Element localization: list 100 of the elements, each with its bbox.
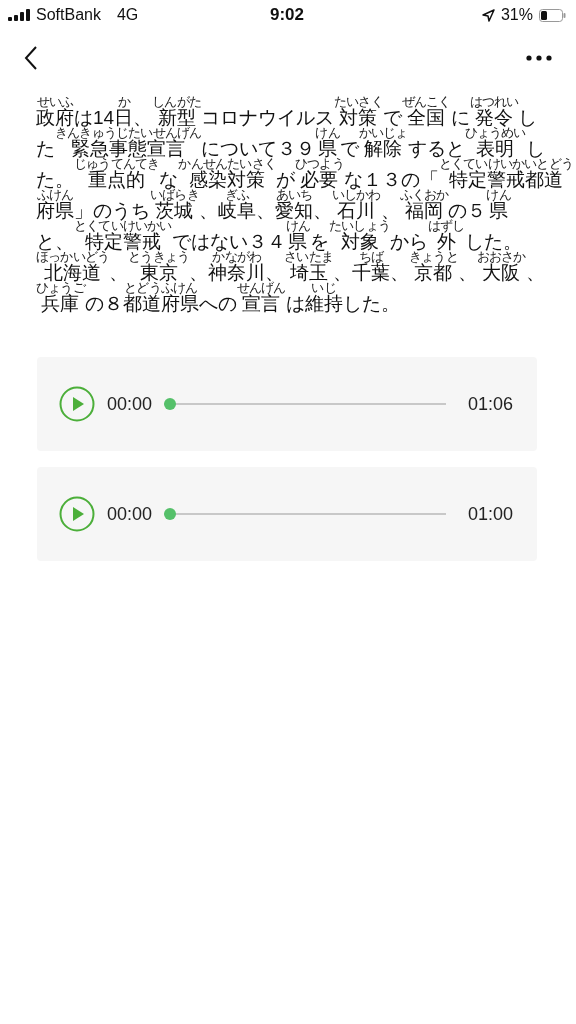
furigana: ほっかいどう xyxy=(36,250,110,263)
kanji-word: 日 xyxy=(114,108,134,127)
kanji-word: 県 xyxy=(318,139,338,158)
furigana: ちば xyxy=(358,250,384,263)
kanji-word: 福岡 xyxy=(405,201,444,220)
furigana: ふくおか xyxy=(399,188,449,201)
kanji-word: 県 xyxy=(489,201,509,220)
furigana: かんせんたいさく xyxy=(178,157,276,170)
furigana: はつれい xyxy=(469,95,519,108)
kanji-word: 重点的 xyxy=(88,170,146,189)
furigana: たいさく xyxy=(333,95,383,108)
furigana: ひょうめい xyxy=(464,126,526,139)
kanji-word: 宣言 xyxy=(242,294,281,313)
furigana: ひつよう xyxy=(295,157,344,170)
kanji-word: 解除 xyxy=(364,139,403,158)
kanji-word: 緊急事態宣言 xyxy=(71,139,186,158)
play-button[interactable] xyxy=(59,496,95,532)
kanji-word: 府県 xyxy=(36,201,74,220)
current-time: 00:00 xyxy=(107,393,153,415)
furigana: じゅうてんてき xyxy=(74,157,160,170)
text-run: 、 xyxy=(525,263,545,282)
kanji-word: 都道府県 xyxy=(122,294,199,313)
furigana: とうきょう xyxy=(128,250,190,263)
furigana: ぜんこく xyxy=(401,95,451,108)
text-run: た xyxy=(36,139,55,158)
text-run: と、 xyxy=(36,232,74,251)
furigana: さいたま xyxy=(284,250,334,263)
text-run: 、 xyxy=(109,263,129,282)
text-run: し xyxy=(525,139,545,158)
more-icon xyxy=(526,55,552,61)
text-run: 、 xyxy=(380,201,400,220)
duration-time: 01:00 xyxy=(467,503,513,525)
furigana: ひょうご xyxy=(36,281,85,294)
kanji-word: 表明 xyxy=(476,139,515,158)
furigana: けん xyxy=(486,188,511,201)
kanji-word: 必要 xyxy=(300,170,339,189)
furigana: あいち xyxy=(275,188,313,201)
signal-icon xyxy=(8,9,30,21)
text-run: に xyxy=(450,108,470,127)
clock-time: 9:02 xyxy=(270,5,304,25)
text-run: た。 xyxy=(36,170,74,189)
furigana: か xyxy=(117,95,130,108)
text-run: すると xyxy=(407,139,465,158)
progress-thumb[interactable] xyxy=(164,398,177,410)
text-run: 、 xyxy=(133,108,153,127)
text-run: から xyxy=(390,232,429,251)
text-run: について３９ xyxy=(201,139,316,158)
text-run: の５ xyxy=(448,201,487,220)
text-run: が xyxy=(276,170,295,189)
kanji-word: 大阪 xyxy=(482,263,521,282)
kanji-word: 外 xyxy=(436,232,456,251)
furigana: けん xyxy=(285,219,310,232)
text-run: で xyxy=(339,139,359,158)
furigana: ふけん xyxy=(36,188,74,201)
text-run: ではない３４ xyxy=(171,232,286,251)
text-run: な１３の「 xyxy=(343,170,439,189)
kanji-word: 兵庫 xyxy=(41,294,80,313)
text-run: 、 xyxy=(312,201,332,220)
play-icon xyxy=(59,386,95,422)
duration-time: 01:06 xyxy=(467,393,513,415)
kanji-word: 京都 xyxy=(414,263,453,282)
furigana: たいしょう xyxy=(329,219,391,232)
kanji-word: 東京 xyxy=(139,263,178,282)
furigana: はずし xyxy=(428,219,465,232)
text-run: 、 xyxy=(333,263,353,282)
carrier-name: SoftBank xyxy=(36,6,101,24)
text-run: 、 xyxy=(198,201,218,220)
furigana: おおさか xyxy=(476,250,526,263)
kanji-word: 全国 xyxy=(407,108,446,127)
kanji-word: 対策 xyxy=(339,108,378,127)
text-run: は14 xyxy=(74,108,115,127)
kanji-word: 北海道 xyxy=(44,263,102,282)
furigana: しんがた xyxy=(152,95,201,108)
furigana: かいじょ xyxy=(358,126,408,139)
furigana: いじ xyxy=(311,281,336,294)
kanji-word: 感染対策 xyxy=(189,170,266,189)
text-run: な xyxy=(159,170,179,189)
kanji-word: 石川 xyxy=(337,201,376,220)
furigana: せいふ xyxy=(36,95,74,108)
kanji-word: 特定警戒都道 xyxy=(448,170,563,189)
furigana: きんきゅうじたいせんげん xyxy=(55,126,202,139)
play-icon xyxy=(59,496,95,532)
text-run: 、 xyxy=(390,263,410,282)
text-run: の８ xyxy=(84,294,123,313)
kanji-word: 対象 xyxy=(340,232,379,251)
text-run: 、 xyxy=(189,263,209,282)
progress-thumb[interactable] xyxy=(164,508,177,520)
text-run: した。 xyxy=(342,294,400,313)
kanji-word: 維持 xyxy=(304,294,343,313)
furigana: いばらき xyxy=(150,188,199,201)
text-run: 、 xyxy=(265,263,285,282)
kanji-word: 埼玉 xyxy=(289,263,328,282)
kanji-word: 特定警戒 xyxy=(84,232,161,251)
text-run: への xyxy=(198,294,237,313)
text-run: し xyxy=(518,108,538,127)
text-run: した。 xyxy=(464,232,522,251)
text-run: 、 xyxy=(255,201,275,220)
text-run: は xyxy=(285,294,305,313)
play-button[interactable] xyxy=(59,386,95,422)
text-run: 、 xyxy=(457,263,477,282)
